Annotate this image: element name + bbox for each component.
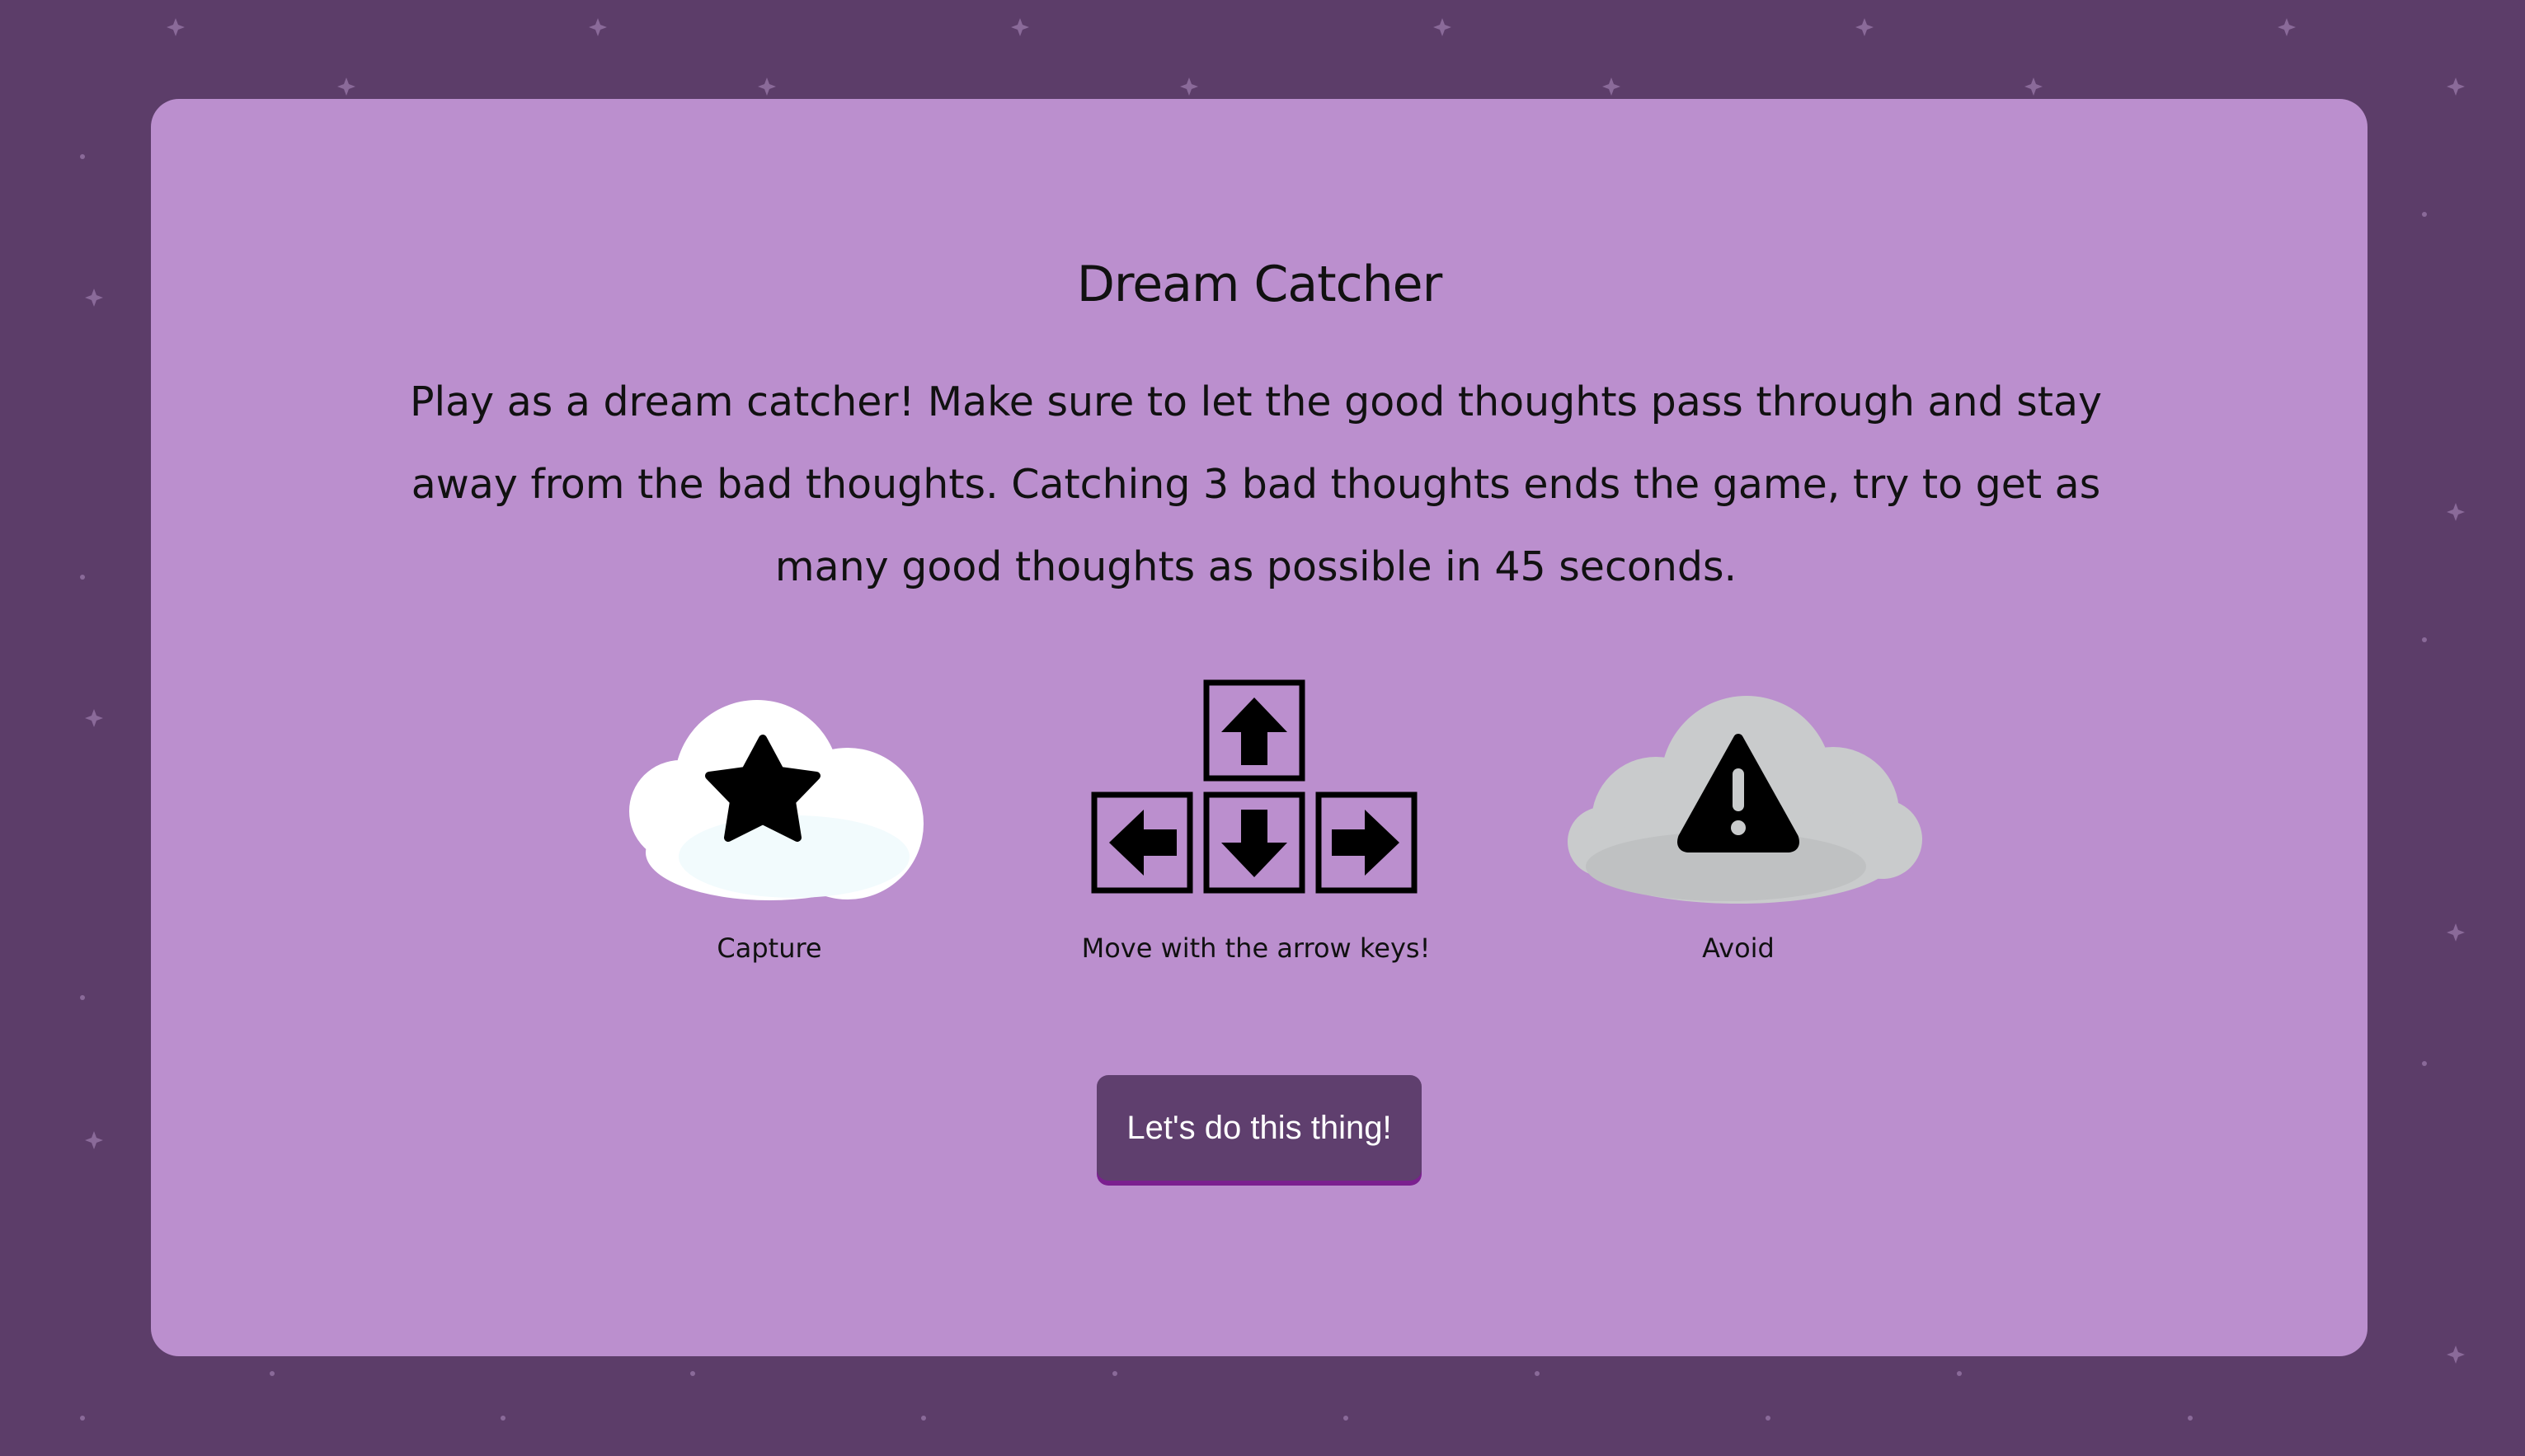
sparkle-icon bbox=[758, 77, 776, 96]
sparkle-icon bbox=[2447, 1346, 2465, 1364]
left-arrow-icon bbox=[1109, 810, 1177, 876]
dot-icon bbox=[1957, 1371, 1962, 1376]
down-arrow-icon bbox=[1221, 810, 1287, 877]
dot-icon bbox=[690, 1371, 695, 1376]
instructions-card: Dream Catcher Play as a dream catcher! M… bbox=[151, 99, 2367, 1356]
sparkle-icon bbox=[1433, 18, 1451, 36]
dot-icon bbox=[1112, 1371, 1117, 1376]
capture-panel: Capture bbox=[604, 99, 934, 1006]
warning-cloud-icon bbox=[1568, 696, 1922, 904]
star-cloud-icon bbox=[629, 700, 924, 900]
sparkle-icon bbox=[1011, 18, 1029, 36]
move-panel: Move with the arrow keys! bbox=[1074, 99, 1437, 1006]
up-arrow-icon bbox=[1221, 697, 1287, 765]
right-arrow-icon bbox=[1332, 810, 1399, 876]
move-caption: Move with the arrow keys! bbox=[1081, 932, 1431, 964]
capture-caption: Capture bbox=[717, 932, 822, 964]
dot-icon bbox=[1535, 1371, 1540, 1376]
dot-icon bbox=[80, 995, 85, 1000]
dot-icon bbox=[1766, 1416, 1770, 1421]
dot-icon bbox=[270, 1371, 275, 1376]
avoid-panel: Avoid bbox=[1553, 99, 1924, 1006]
dot-icon bbox=[921, 1416, 926, 1421]
sparkle-icon bbox=[2278, 18, 2296, 36]
dot-icon bbox=[80, 1416, 85, 1421]
sparkle-icon bbox=[2447, 503, 2465, 521]
sparkle-icon bbox=[85, 289, 103, 307]
sparkle-icon bbox=[85, 1131, 103, 1149]
sparkle-icon bbox=[167, 18, 185, 36]
dot-icon bbox=[1343, 1416, 1348, 1421]
sparkle-icon bbox=[2447, 923, 2465, 942]
dot-icon bbox=[80, 154, 85, 159]
start-game-button[interactable]: Let's do this thing! bbox=[1097, 1075, 1422, 1181]
dot-icon bbox=[2422, 212, 2427, 217]
sparkle-icon bbox=[85, 709, 103, 727]
arrow-keys-icon bbox=[1091, 679, 1418, 894]
dot-icon bbox=[501, 1416, 505, 1421]
dot-icon bbox=[80, 575, 85, 580]
dot-icon bbox=[2188, 1416, 2193, 1421]
dot-icon bbox=[2422, 1061, 2427, 1066]
sparkle-icon bbox=[1602, 77, 1620, 96]
sparkle-icon bbox=[589, 18, 607, 36]
sparkle-icon bbox=[1180, 77, 1198, 96]
sparkle-icon bbox=[2447, 77, 2465, 96]
sparkle-icon bbox=[1855, 18, 1874, 36]
dot-icon bbox=[2422, 637, 2427, 642]
sparkle-icon bbox=[337, 77, 355, 96]
sparkle-icon bbox=[2024, 77, 2043, 96]
avoid-caption: Avoid bbox=[1702, 932, 1775, 964]
